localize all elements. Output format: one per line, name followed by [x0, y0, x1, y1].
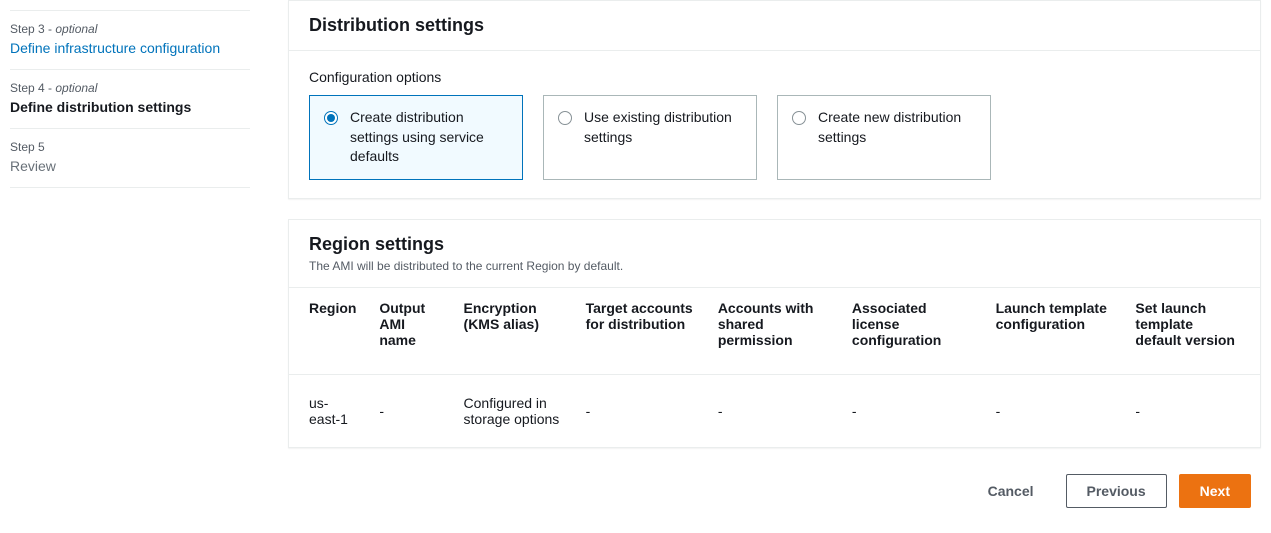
- cell-region: us-east-1: [289, 374, 369, 447]
- col-region: Region: [289, 288, 369, 375]
- cell-encryption: Configured in storage options: [454, 374, 576, 447]
- step-title-link[interactable]: Define infrastructure configuration: [10, 40, 250, 56]
- cell-launch-template: -: [986, 374, 1126, 447]
- radio-icon: [792, 111, 806, 125]
- previous-button[interactable]: Previous: [1066, 474, 1167, 508]
- col-launch-default: Set launch template default version: [1125, 288, 1260, 375]
- radio-option-new[interactable]: Create new distribution settings: [777, 95, 991, 180]
- col-encryption: Encryption (KMS alias): [454, 288, 576, 375]
- region-table: Region Output AMI name Encryption (KMS a…: [289, 288, 1260, 447]
- cell-license-config: -: [842, 374, 986, 447]
- step-label: Step 3 - optional: [10, 22, 250, 36]
- main-content: Distribution settings Configuration opti…: [260, 0, 1271, 533]
- cancel-button[interactable]: Cancel: [968, 475, 1054, 507]
- radio-icon: [558, 111, 572, 125]
- radio-label: Create new distribution settings: [818, 108, 976, 147]
- step-5[interactable]: Step 5 Review: [10, 128, 250, 188]
- step-3[interactable]: Step 3 - optional Define infrastructure …: [10, 10, 250, 70]
- panel-header: Region settings The AMI will be distribu…: [289, 220, 1260, 288]
- col-target-accounts: Target accounts for distribution: [576, 288, 708, 375]
- region-settings-panel: Region settings The AMI will be distribu…: [288, 219, 1261, 448]
- col-output-ami: Output AMI name: [369, 288, 453, 375]
- step-label: Step 4 - optional: [10, 81, 250, 95]
- panel-title: Distribution settings: [309, 15, 1240, 36]
- table-header-row: Region Output AMI name Encryption (KMS a…: [289, 288, 1260, 375]
- next-button[interactable]: Next: [1179, 474, 1251, 508]
- step-title-muted[interactable]: Review: [10, 158, 250, 174]
- configuration-options-label: Configuration options: [309, 69, 1240, 85]
- cell-output-ami: -: [369, 374, 453, 447]
- radio-label: Use existing distribution settings: [584, 108, 742, 147]
- step-label: Step 5: [10, 140, 250, 154]
- distribution-settings-panel: Distribution settings Configuration opti…: [288, 0, 1261, 199]
- panel-header: Distribution settings: [289, 1, 1260, 51]
- step-4: Step 4 - optional Define distribution se…: [10, 69, 250, 129]
- cell-launch-default: -: [1125, 374, 1260, 447]
- radio-group: Create distribution settings using servi…: [309, 95, 1240, 180]
- cell-shared-permission: -: [708, 374, 842, 447]
- step-title-active: Define distribution settings: [10, 99, 250, 115]
- radio-icon: [324, 111, 338, 125]
- radio-option-defaults[interactable]: Create distribution settings using servi…: [309, 95, 523, 180]
- panel-subtitle: The AMI will be distributed to the curre…: [309, 259, 1240, 273]
- cell-target-accounts: -: [576, 374, 708, 447]
- wizard-footer: Cancel Previous Next: [288, 468, 1261, 518]
- wizard-sidebar: Step 3 - optional Define infrastructure …: [0, 0, 260, 533]
- panel-title: Region settings: [309, 234, 1240, 255]
- table-row: us-east-1 - Configured in storage option…: [289, 374, 1260, 447]
- col-license-config: Associated license configuration: [842, 288, 986, 375]
- radio-label: Create distribution settings using servi…: [350, 108, 508, 167]
- col-launch-template: Launch template configuration: [986, 288, 1126, 375]
- col-shared-permission: Accounts with shared permission: [708, 288, 842, 375]
- panel-body: Configuration options Create distributio…: [289, 51, 1260, 198]
- radio-option-existing[interactable]: Use existing distribution settings: [543, 95, 757, 180]
